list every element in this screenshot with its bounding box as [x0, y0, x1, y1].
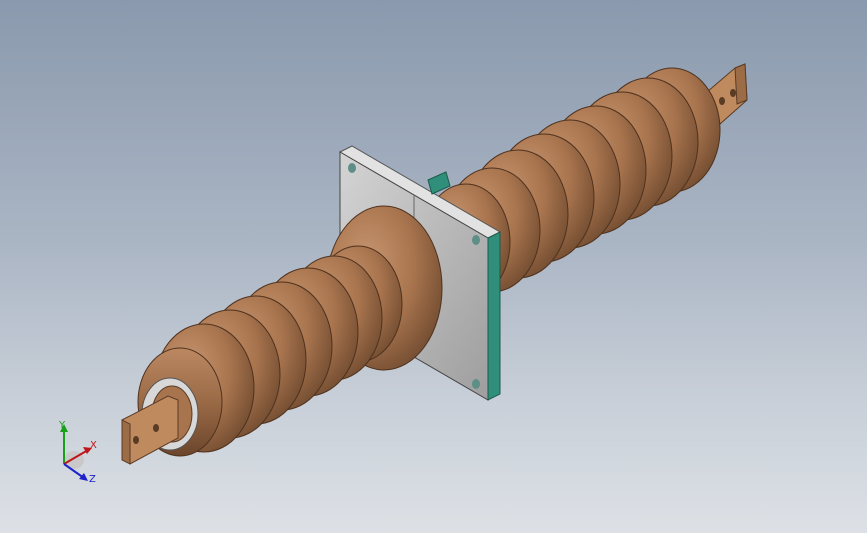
bushing-model[interactable] — [0, 0, 867, 533]
graphics-viewport[interactable]: Y X Z — [0, 0, 867, 533]
triad-x-label: X — [90, 440, 97, 451]
triad-y-label: Y — [59, 420, 66, 431]
axis-triad: Y X Z — [52, 420, 112, 490]
triad-z-label: Z — [89, 474, 96, 485]
